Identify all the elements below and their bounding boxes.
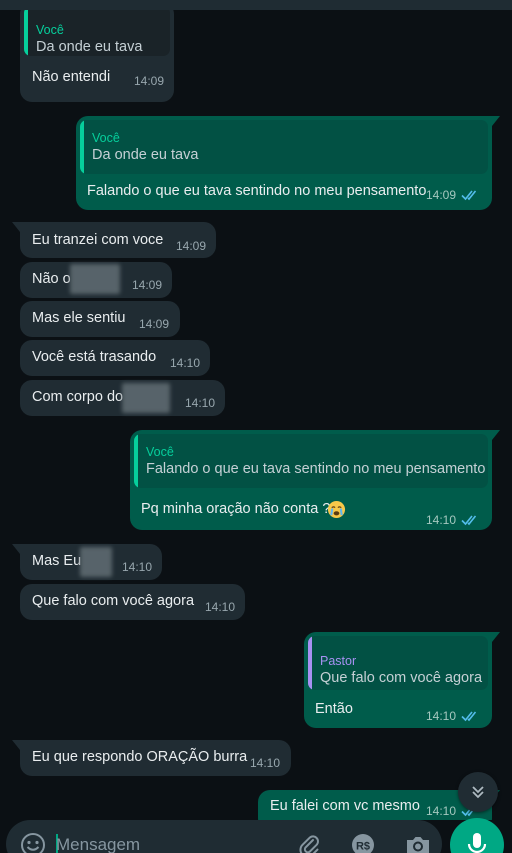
message-bubble-incoming[interactable]: Você Da onde eu tava Não entendi 14:09 <box>20 10 174 102</box>
message-time: 14:10 <box>205 600 236 614</box>
quoted-text: Que falo com você agora <box>320 670 483 686</box>
message-bubble-outgoing[interactable]: Pastor Que falo com você agora Então 14:… <box>304 632 500 728</box>
message-text: Falando o que eu tava sentindo no meu pe… <box>87 183 427 199</box>
message-text: Pq minha oração não conta ? <box>141 501 331 517</box>
message-text: Eu falei com vc mesmo <box>270 798 420 814</box>
message-text: Com corpo do <box>32 389 124 405</box>
message-text: Que falo com você agora <box>32 593 195 609</box>
quoted-message[interactable]: Você Da onde eu tava <box>80 120 488 174</box>
message-text: Mas ele sentiu <box>32 310 126 326</box>
top-bar <box>0 0 512 10</box>
quoted-author: Você <box>146 445 174 459</box>
crying-face-emoji-icon <box>327 500 346 519</box>
quoted-text: Da onde eu tava <box>36 39 143 55</box>
quoted-text: Falando o que eu tava sentindo no meu pe… <box>146 461 486 477</box>
quoted-message[interactable]: Você Falando o que eu tava sentindo no m… <box>134 434 488 488</box>
message-bubble-incoming[interactable]: Eu que respondo ORAÇÃO burra 14:10 <box>12 740 291 776</box>
quoted-author: Pastor <box>320 654 357 668</box>
message-time: 14:09 <box>132 278 163 292</box>
attach-icon[interactable] <box>296 832 322 853</box>
message-text: Mas Eu <box>32 553 82 569</box>
message-time: 14:09 <box>139 317 170 331</box>
message-time: 14:10 <box>122 560 153 574</box>
smile-icon[interactable] <box>20 832 46 853</box>
scroll-to-bottom-button[interactable] <box>458 772 498 812</box>
quoted-message[interactable]: Você Da onde eu tava <box>24 10 170 56</box>
payment-label: R$ <box>356 841 370 853</box>
message-text: Eu que respondo ORAÇÃO burra <box>32 749 248 765</box>
message-time: 14:09 <box>134 74 165 88</box>
message-text: Não entendi <box>32 69 111 85</box>
message-time: 14:10 <box>170 356 201 370</box>
message-text: Não o <box>32 271 71 287</box>
message-bubble-incoming[interactable]: Não o 14:09 <box>20 262 172 298</box>
camera-icon[interactable] <box>404 832 432 853</box>
message-time: 14:10 <box>250 756 281 770</box>
message-time: 14:10 <box>426 709 457 723</box>
voice-record-button[interactable] <box>450 818 504 853</box>
read-receipt-icon <box>461 711 477 722</box>
message-text: Então <box>315 701 353 717</box>
message-bubble-incoming[interactable]: Mas ele sentiu 14:09 <box>20 301 180 337</box>
message-time: 14:09 <box>176 239 207 253</box>
redacted-area <box>122 383 170 413</box>
message-input[interactable] <box>56 832 256 853</box>
message-time: 14:10 <box>185 396 216 410</box>
message-list[interactable]: Você Da onde eu tava Não entendi 14:09 V… <box>0 10 512 820</box>
quoted-author: Você <box>92 131 120 145</box>
message-time: 14:09 <box>426 188 457 202</box>
message-composer: R$ <box>6 820 442 853</box>
message-bubble-incoming[interactable]: Com corpo do 14:10 <box>20 380 225 416</box>
quoted-message[interactable]: Pastor Que falo com você agora <box>308 636 488 690</box>
read-receipt-icon <box>461 515 477 526</box>
message-bubble-outgoing[interactable]: Você Da onde eu tava Falando o que eu ta… <box>76 116 500 210</box>
payment-icon[interactable]: R$ <box>350 832 376 853</box>
message-time: 14:10 <box>426 513 457 527</box>
quoted-text: Da onde eu tava <box>92 147 199 163</box>
message-bubble-incoming[interactable]: Mas Eu 14:10 <box>12 544 162 580</box>
message-bubble-incoming[interactable]: Eu tranzei com voce 14:09 <box>12 222 216 258</box>
redacted-area <box>70 264 120 294</box>
message-time: 14:10 <box>426 804 457 818</box>
read-receipt-icon <box>461 190 477 201</box>
message-bubble-outgoing[interactable]: Eu falei com vc mesmo 14:10 <box>258 790 500 820</box>
redacted-area <box>80 547 112 577</box>
message-bubble-outgoing[interactable]: Você Falando o que eu tava sentindo no m… <box>130 430 500 530</box>
message-text: Eu tranzei com voce <box>32 232 164 248</box>
message-bubble-incoming[interactable]: Que falo com você agora 14:10 <box>20 584 245 620</box>
double-chevron-down-icon <box>472 786 484 799</box>
quoted-author: Você <box>36 23 64 37</box>
message-text: Você está trasando <box>32 349 157 365</box>
mic-icon <box>467 833 487 853</box>
message-bubble-incoming[interactable]: Você está trasando 14:10 <box>20 340 210 376</box>
